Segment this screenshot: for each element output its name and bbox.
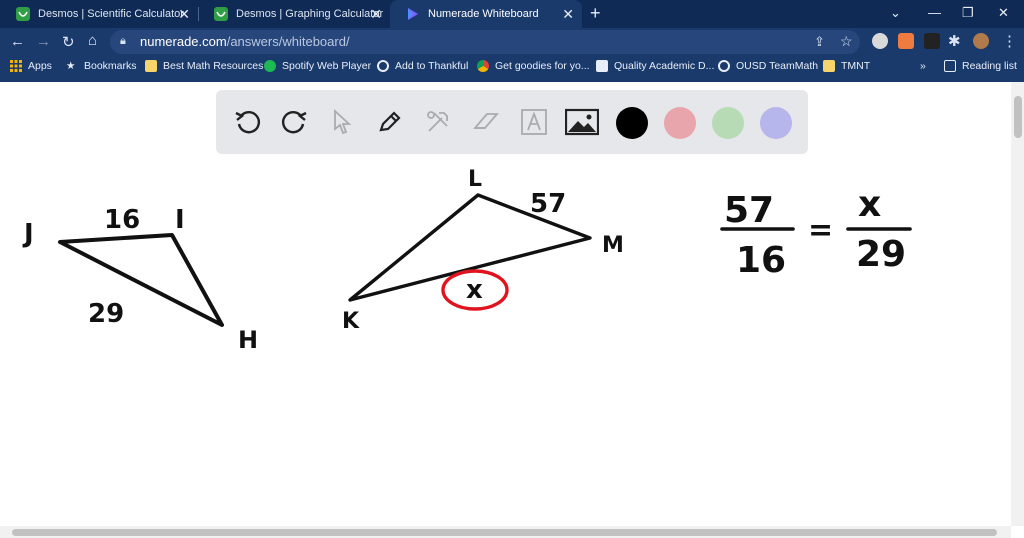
tab-title: Desmos | Graphing Calculator xyxy=(236,8,384,20)
extension-icon[interactable] xyxy=(898,33,914,49)
close-icon[interactable]: ✕ xyxy=(370,6,382,23)
vertical-scrollbar[interactable] xyxy=(1011,82,1024,526)
tab-desmos-scientific[interactable]: Desmos | Scientific Calculator ✕ xyxy=(0,0,198,28)
tab-strip: Desmos | Scientific Calculator ✕ Desmos … xyxy=(0,0,1024,28)
doc-icon xyxy=(596,60,608,72)
proportion-numerator-right: x xyxy=(858,184,881,225)
bookmark-label: Reading list xyxy=(962,60,1017,72)
bookmark-label: Spotify Web Player xyxy=(282,60,372,72)
close-icon[interactable]: ✕ xyxy=(562,6,574,23)
folder-icon xyxy=(145,60,157,72)
drawing-canvas[interactable]: J I H 16 29 L M K 57 x 57 16 = x 29 xyxy=(0,82,1010,526)
avatar[interactable] xyxy=(973,33,989,49)
star-icon: ★ xyxy=(66,60,76,72)
extension-icon[interactable] xyxy=(872,33,888,49)
overflow-icon: » xyxy=(920,60,926,72)
bookmark-item[interactable]: Spotify Web Player xyxy=(264,60,371,72)
desmos-icon xyxy=(214,7,228,21)
tab-desmos-graphing[interactable]: Desmos | Graphing Calculator ✕ xyxy=(198,0,390,28)
proportion-numerator-left: 57 xyxy=(724,190,774,231)
vertical-scroll-thumb[interactable] xyxy=(1014,96,1022,138)
new-tab-button[interactable]: + xyxy=(590,3,601,24)
home-icon[interactable]: ⌂ xyxy=(88,32,97,49)
bookmark-label: TMNT xyxy=(841,60,871,72)
close-icon[interactable]: ✕ xyxy=(178,6,190,23)
extension-icon[interactable] xyxy=(924,33,940,49)
forward-icon[interactable]: → xyxy=(36,33,51,50)
vertex-label-m: M xyxy=(602,233,624,258)
proportion-denominator-right: 29 xyxy=(856,234,906,275)
reading-list-icon xyxy=(944,60,956,72)
bookmark-item[interactable]: OUSD TeamMath xyxy=(718,60,818,72)
side-label-29: 29 xyxy=(88,299,124,329)
bookmark-item[interactable]: Quality Academic D... xyxy=(596,60,714,72)
bookmark-apps[interactable]: Apps xyxy=(10,60,52,72)
side-label-x: x xyxy=(466,275,483,305)
minimize-button[interactable]: — xyxy=(928,5,941,20)
vertex-label-i: I xyxy=(175,205,185,235)
puzzle-icon[interactable]: ✱ xyxy=(948,32,961,50)
bookmark-item[interactable]: Add to Thankful xyxy=(377,60,468,72)
bookmark-item[interactable]: Get goodies for yo... xyxy=(477,60,590,72)
desmos-icon xyxy=(16,7,30,21)
horizontal-scroll-thumb[interactable] xyxy=(12,529,997,536)
side-label-57: 57 xyxy=(530,189,566,219)
triangle-jih xyxy=(58,233,224,327)
vertex-label-h: H xyxy=(238,326,258,354)
url-path: /answers/whiteboard/ xyxy=(226,34,350,49)
proportion-denominator-left: 16 xyxy=(736,240,786,281)
share-icon[interactable]: ⇪ xyxy=(814,34,825,50)
bookmark-item[interactable]: ★ Bookmarks xyxy=(66,60,137,72)
bookmark-label: Get goodies for yo... xyxy=(495,60,590,72)
tab-title: Numerade Whiteboard xyxy=(428,8,539,20)
chrome-icon xyxy=(477,60,489,72)
reload-icon[interactable]: ↻ xyxy=(62,33,75,51)
bookmark-label: OUSD TeamMath xyxy=(736,60,819,72)
back-icon[interactable]: ← xyxy=(10,33,25,50)
globe-icon xyxy=(377,60,389,72)
bookmark-item[interactable]: Best Math Resources xyxy=(145,60,263,72)
spotify-icon xyxy=(264,60,276,72)
bookmarks-bar: Apps ★ Bookmarks Best Math Resources Spot… xyxy=(0,56,1024,80)
vertex-label-j: J xyxy=(22,219,34,249)
numerade-icon xyxy=(406,7,420,21)
restore-button[interactable]: ❐ xyxy=(962,5,974,21)
bookmarks-overflow-button[interactable]: » xyxy=(920,60,926,72)
vertex-label-k: K xyxy=(342,309,360,334)
bookmark-label: Quality Academic D... xyxy=(614,60,715,72)
browser-chrome: Desmos | Scientific Calculator ✕ Desmos … xyxy=(0,0,1024,82)
url-text[interactable]: numerade.com/answers/whiteboard/ xyxy=(140,34,350,49)
side-label-16: 16 xyxy=(104,205,140,235)
close-window-button[interactable]: ✕ xyxy=(998,5,1009,21)
bookmark-label: Bookmarks xyxy=(84,60,137,72)
tab-search-icon[interactable]: ⌄ xyxy=(890,5,901,21)
globe-icon xyxy=(718,60,730,72)
star-icon[interactable]: ☆ xyxy=(840,33,853,50)
bookmark-item[interactable]: TMNT xyxy=(823,60,870,72)
menu-icon[interactable]: ⋮ xyxy=(1002,32,1017,50)
reading-list-button[interactable]: Reading list xyxy=(944,60,1017,72)
bookmark-label: Add to Thankful xyxy=(395,60,469,72)
tab-title: Desmos | Scientific Calculator xyxy=(38,8,184,20)
folder-icon xyxy=(823,60,835,72)
vertex-label-l: L xyxy=(468,167,482,192)
proportion-equals: = xyxy=(808,213,833,248)
bookmark-label: Apps xyxy=(28,60,52,72)
apps-icon xyxy=(10,60,22,72)
tab-numerade-whiteboard[interactable]: Numerade Whiteboard ✕ xyxy=(390,0,582,28)
bookmark-label: Best Math Resources xyxy=(163,60,264,72)
url-domain: numerade.com xyxy=(140,34,227,49)
lock-icon: 🔒︎ xyxy=(120,35,126,47)
